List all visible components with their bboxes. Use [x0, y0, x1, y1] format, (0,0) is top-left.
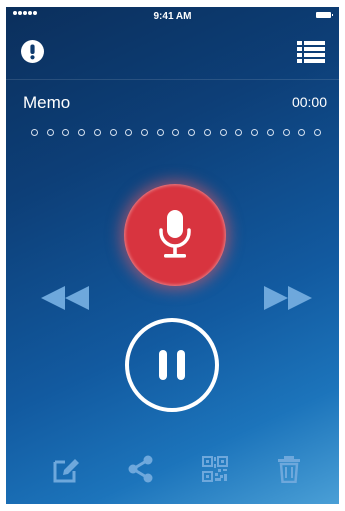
position-marker [109, 129, 117, 136]
position-marker [141, 129, 149, 136]
position-marker [219, 129, 227, 136]
status-bar: 9:41 AM [6, 7, 339, 29]
battery-icon [316, 12, 333, 18]
nav-divider [6, 79, 339, 80]
position-marker [251, 129, 259, 136]
edit-icon[interactable] [53, 455, 81, 483]
exclamation-circle-icon[interactable] [21, 40, 44, 63]
position-markers[interactable] [31, 129, 321, 136]
share-icon[interactable] [127, 455, 155, 483]
position-marker [156, 129, 164, 136]
position-marker [46, 129, 54, 136]
position-marker [31, 129, 38, 136]
position-marker [298, 129, 306, 136]
position-marker [188, 129, 196, 136]
status-time: 9:41 AM [153, 11, 192, 22]
position-marker [93, 129, 101, 136]
fast-forward-icon[interactable] [262, 286, 312, 310]
pause-button[interactable] [125, 318, 219, 412]
position-marker [78, 129, 86, 136]
position-marker [266, 129, 274, 136]
position-marker [313, 129, 321, 136]
phone-screen: 9:41 AM Memo 00:00 [6, 7, 339, 504]
qr-code-icon[interactable] [201, 455, 229, 483]
microphone-icon [159, 210, 191, 258]
record-button[interactable] [124, 184, 226, 286]
trash-icon[interactable] [275, 455, 303, 483]
nav-bar [6, 29, 339, 77]
rewind-icon[interactable] [41, 286, 91, 310]
position-marker [235, 129, 243, 136]
position-marker [172, 129, 180, 136]
memo-title: Memo [23, 93, 71, 112]
memo-duration: 00:00 [291, 94, 327, 110]
position-marker [282, 129, 290, 136]
list-icon[interactable] [297, 41, 325, 63]
position-marker [203, 129, 211, 136]
position-marker [125, 129, 133, 136]
position-marker [62, 129, 70, 136]
